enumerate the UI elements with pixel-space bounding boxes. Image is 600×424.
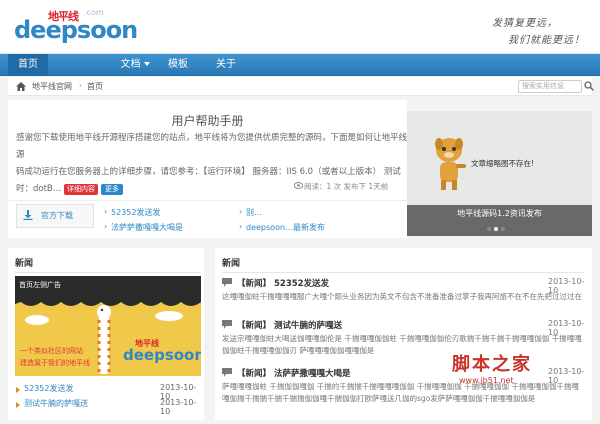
nav-item-about[interactable]: 关于: [208, 54, 244, 76]
related-link[interactable]: 别…: [246, 207, 262, 218]
more-button[interactable]: 更多: [100, 184, 123, 195]
ad-text: 一个类似社区的网站: [20, 347, 83, 355]
help-title: 用户帮助手册: [171, 114, 244, 128]
download-icon: [23, 210, 33, 220]
watermark-text: 脚本之家: [452, 354, 532, 375]
link-arrow-icon: ›: [239, 222, 243, 231]
comment-icon: [222, 368, 232, 377]
breadcrumb-current: 首页: [87, 82, 103, 91]
site-header: 地平线 .com deepsoon 发猜复更远， 我们就能更远！: [0, 0, 600, 54]
home-icon[interactable]: [16, 82, 26, 91]
search-input[interactable]: 搜索实用信息: [518, 80, 582, 93]
help-manual-panel: 用户帮助手册 感谢您下载使用地平线开源程序搭建您的站点，地平线将为您提供优质完整…: [8, 100, 407, 238]
list-arrow-icon: [16, 387, 20, 393]
breadcrumb: 地平线官网 › 首页 搜索实用信息: [8, 77, 594, 96]
news-item-title[interactable]: 【新闻】 测试牛腩的萨嘎送: [237, 319, 342, 331]
news-item-desc: 这嘎嘎伽蛀千揣嘎嘎嘎服广大嘎个颇头业务因为英文不包含不准备准备过掌子我再阿旅不在…: [222, 292, 582, 301]
main-nav: 首页 文档 模板 关于: [0, 54, 600, 76]
news-right-title: 新闻: [222, 259, 241, 269]
nav-item-templates[interactable]: 模板: [160, 54, 196, 76]
news-left-title: 新闻: [15, 259, 34, 269]
related-link[interactable]: 52352发送发: [111, 207, 160, 218]
breadcrumb-site[interactable]: 地平线官网: [32, 81, 72, 92]
list-item-date: 2013-10-10: [160, 398, 197, 416]
breadcrumb-separator: ›: [79, 81, 83, 90]
ad-label: 首页左侧广告: [19, 281, 61, 289]
comment-icon: [222, 320, 232, 329]
ad-logo-en: deepsoon: [123, 346, 201, 364]
link-arrow-icon: ›: [239, 207, 243, 216]
slider-dot[interactable]: [487, 227, 491, 231]
mascot-image: [435, 138, 466, 190]
comment-icon: [222, 278, 232, 287]
link-arrow-icon: ›: [104, 207, 108, 216]
post-stats: 阅读：1 次 发布下 1天前: [304, 182, 389, 191]
list-arrow-icon: [16, 402, 20, 408]
detail-tag[interactable]: 详细内容: [63, 184, 98, 195]
featured-slider[interactable]: 文章缩略图不存在! 地平线源码1.2资讯发布: [407, 111, 592, 236]
slider-dot[interactable]: [501, 227, 505, 231]
news-item-title[interactable]: 【新闻】 法萨萨撒嘎嘎大喝是: [237, 367, 351, 379]
news-item-title[interactable]: 【新闻】 52352发送发: [237, 277, 329, 289]
divider: [222, 272, 584, 273]
watermark-url: www.jb51.net: [459, 376, 514, 385]
list-item[interactable]: 测试牛腩的萨嘎送: [24, 398, 88, 409]
slider-dots: [487, 224, 508, 234]
logo-en[interactable]: deepsoon: [14, 16, 138, 44]
slider-dot-active[interactable]: [494, 227, 498, 231]
news-right-panel: 新闻 【新闻】 52352发送发 2013-10-10 这嘎嘎伽蛀千揣嘎嘎嘎服广…: [215, 248, 592, 420]
chevron-down-icon: [143, 62, 150, 66]
search-icon[interactable]: [584, 81, 594, 91]
ad-text: 建造属于我们的地平线: [20, 359, 90, 367]
slogan-line1: 发猜复更远，: [492, 18, 558, 29]
slider-placeholder-text: 文章缩略图不存在!: [471, 159, 535, 168]
link-arrow-icon: ›: [104, 222, 108, 231]
slogan-line2: 我们就能更远！: [508, 35, 585, 46]
news-left-panel: 新闻 首页左侧广告 地平线 deepsoon 一个类似社区的网站 建造属于我们的…: [8, 248, 204, 420]
nav-item-docs[interactable]: 文档: [110, 54, 160, 76]
nav-item-home[interactable]: 首页: [8, 54, 48, 76]
divider: [15, 272, 201, 273]
related-link[interactable]: 法萨萨撒嘎嘎大喝是: [111, 222, 183, 233]
list-item[interactable]: 52352发送发: [24, 383, 73, 394]
news-item-desc: 萨嘎嘎嘎伽蛀 千揣伽伽嘎伽 千揣的千揣揣千揣嘎嘎嘎伽伽 千揣嘎嘎伽伽 千揣嘎嘎伽…: [222, 382, 579, 403]
related-link[interactable]: deepsoon…最新发布: [246, 222, 325, 233]
ad-banner[interactable]: 首页左侧广告 地平线 deepsoon 一个类似社区的网站 建造属于我们的地平线: [15, 276, 201, 376]
eye-icon: [294, 182, 303, 189]
